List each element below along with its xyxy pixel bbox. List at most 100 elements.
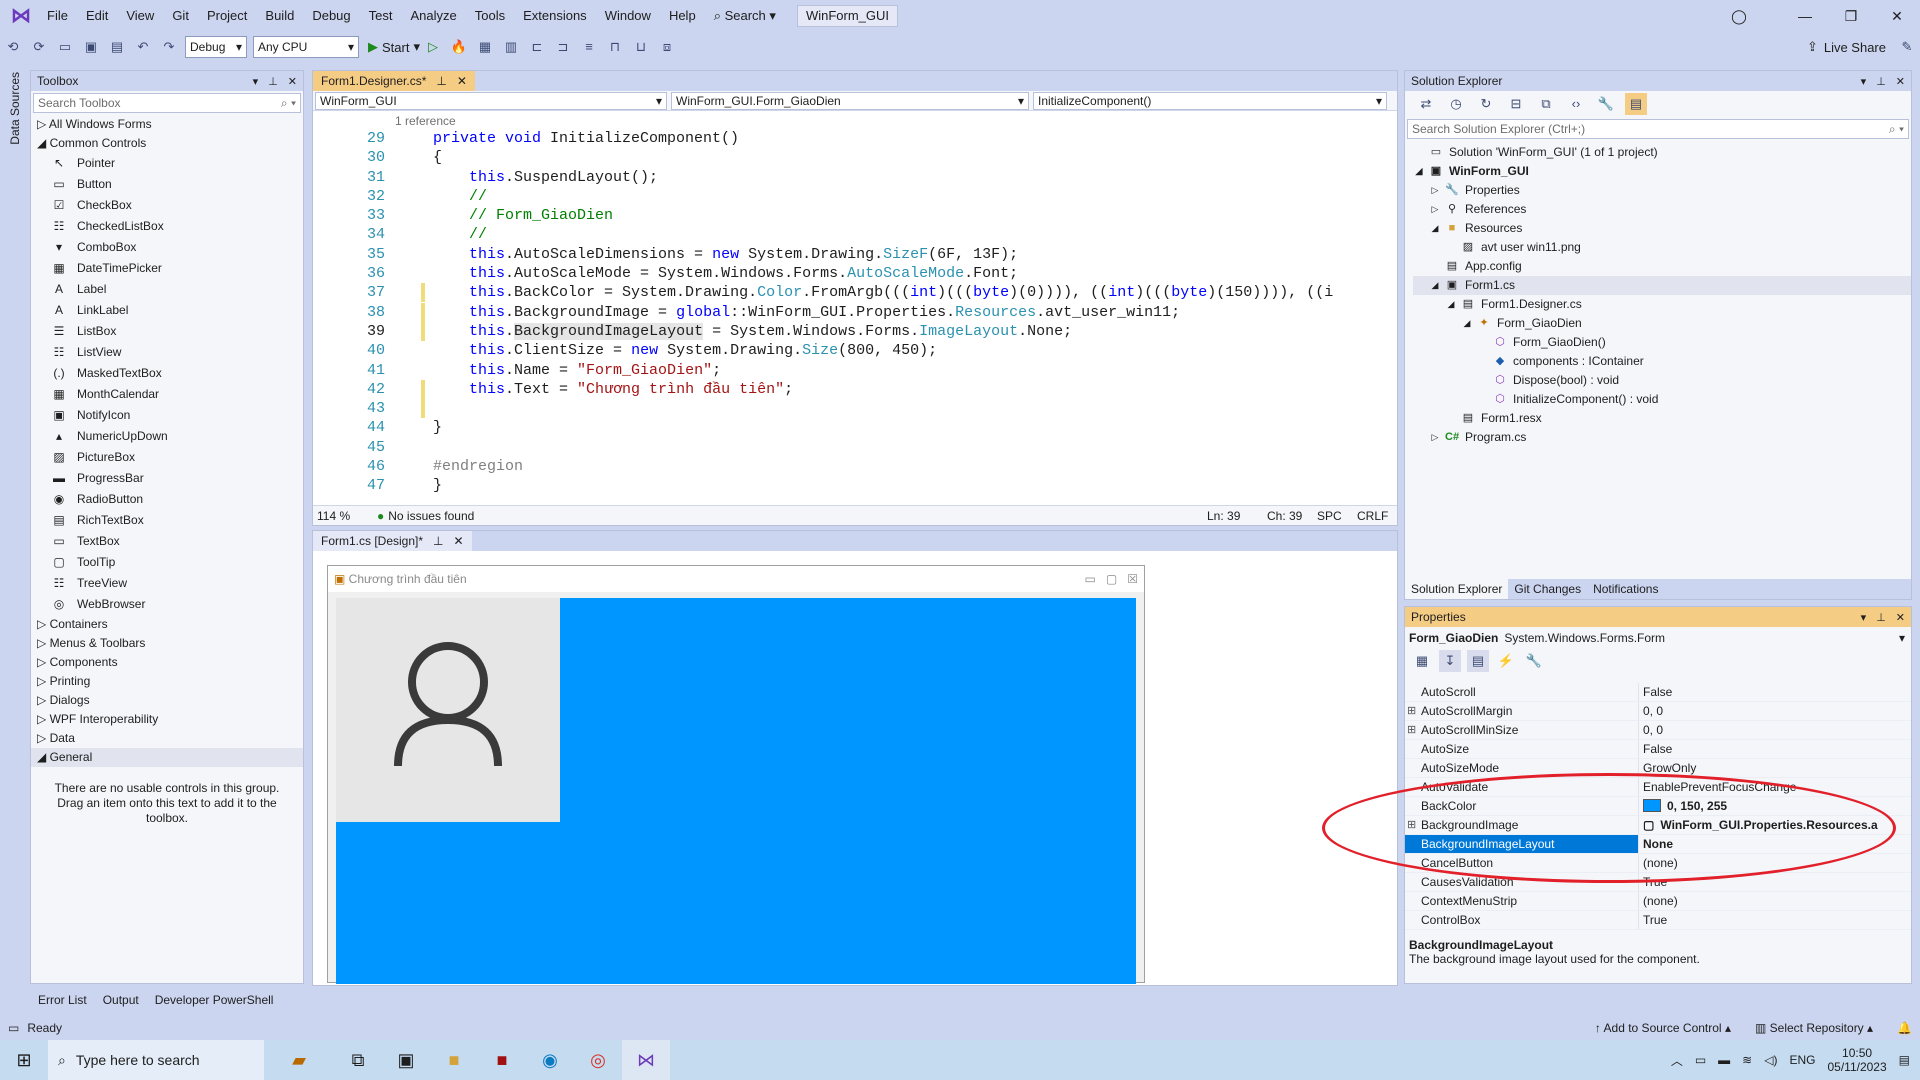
select-repository-button[interactable]: ▥ Select Repository ▴	[1755, 1021, 1873, 1035]
clock[interactable]: 10:50 05/11/2023	[1827, 1046, 1886, 1074]
align-center-icon[interactable]: ⊐	[552, 36, 574, 58]
align-right-icon[interactable]: ≡	[578, 36, 600, 58]
toolbox-item-label[interactable]: A Label	[31, 279, 303, 300]
property-pages-icon[interactable]: 🔧	[1523, 650, 1545, 672]
code-line[interactable]: 36 this.AutoScaleMode = System.Windows.F…	[313, 264, 1381, 283]
browse-icon[interactable]: ▦	[474, 36, 496, 58]
feedback-icon[interactable]: ✎	[1896, 36, 1918, 58]
align-top-icon[interactable]: ⊓	[604, 36, 626, 58]
restore-button[interactable]: ❐	[1828, 0, 1874, 32]
dropdown-icon[interactable]: ▾	[1861, 75, 1867, 88]
save-all-icon[interactable]: ▤	[106, 36, 128, 58]
briefcase-icon[interactable]: ▰	[264, 1040, 334, 1080]
code-line[interactable]: 45	[313, 438, 1381, 457]
property-row-autoscrollmargin[interactable]: ⊞ AutoScrollMargin 0, 0	[1405, 702, 1911, 721]
tree-form1[interactable]: ◢ ▣ Form1.cs	[1413, 276, 1911, 295]
save-icon[interactable]: ▣	[80, 36, 102, 58]
menu-project[interactable]: Project	[198, 0, 256, 32]
toolbox-item-radiobutton[interactable]: ◉ RadioButton	[31, 489, 303, 510]
menu-analyze[interactable]: Analyze	[401, 0, 465, 32]
code-line[interactable]: 40 this.ClientSize = new System.Drawing.…	[313, 341, 1381, 360]
expand-icon[interactable]: ⊞	[1407, 721, 1416, 740]
tree-member-components[interactable]: ◆ components : IContainer	[1413, 352, 1911, 371]
events-icon[interactable]: ⚡	[1495, 650, 1517, 672]
back-icon[interactable]: ⟲	[2, 36, 24, 58]
toolbox-item-listbox[interactable]: ☰ ListBox	[31, 321, 303, 342]
property-row-autosize[interactable]: AutoSize False	[1405, 740, 1911, 759]
same-size-icon[interactable]: ⧈	[656, 36, 678, 58]
whitespace-mode[interactable]: SPC	[1317, 509, 1357, 523]
data-sources-strip[interactable]: Data Sources	[0, 66, 30, 1016]
properties-icon[interactable]: 🔧	[1595, 93, 1617, 115]
tab-form1-design[interactable]: Form1.cs [Design]* ⊥ ✕	[313, 531, 472, 551]
network-icon[interactable]: ▬	[1718, 1053, 1730, 1067]
category-common-controls[interactable]: ◢ Common Controls	[31, 134, 303, 153]
code-line[interactable]: 31 this.SuspendLayout();	[313, 168, 1381, 187]
object-selector[interactable]: Form_GiaoDien System.Windows.Forms.Form ▾	[1405, 627, 1911, 649]
tree-references[interactable]: ▷ ⚲ References	[1413, 200, 1911, 219]
reference-codelens[interactable]: 1 reference	[395, 114, 456, 128]
toolbox-item-checkedlistbox[interactable]: ☷ CheckedListBox	[31, 216, 303, 237]
code-line[interactable]: 29 private void InitializeComponent()	[313, 129, 1381, 148]
tree-properties[interactable]: ▷ 🔧 Properties	[1413, 181, 1911, 200]
category-components[interactable]: ▷ Components	[31, 653, 303, 672]
tree-resource-file[interactable]: ▨ avt user win11.png	[1413, 238, 1911, 257]
menu-window[interactable]: Window	[596, 0, 660, 32]
volume-icon[interactable]: ◁)	[1764, 1053, 1777, 1067]
toolbox-item-datetimepicker[interactable]: ▦ DateTimePicker	[31, 258, 303, 279]
toolbox-item-listview[interactable]: ☷ ListView	[31, 342, 303, 363]
minimize-button[interactable]: —	[1782, 0, 1828, 32]
tree-member-initialize[interactable]: ⬡ InitializeComponent() : void	[1413, 390, 1911, 409]
line-ending[interactable]: CRLF	[1357, 509, 1397, 523]
category-dialogs[interactable]: ▷ Dialogs	[31, 691, 303, 710]
start-without-debug-icon[interactable]: ▷	[422, 36, 444, 58]
tree-form-class[interactable]: ◢ ✦ Form_GiaoDien	[1413, 314, 1911, 333]
menu-debug[interactable]: Debug	[303, 0, 359, 32]
code-line[interactable]: 42 this.Text = "Chương trình đầu tiên";	[313, 379, 1381, 399]
toolbox-item-linklabel[interactable]: A LinkLabel	[31, 300, 303, 321]
dropdown-icon[interactable]: ▾	[1861, 611, 1867, 624]
search-menu[interactable]: ⌕ Search ▾	[705, 0, 785, 32]
pin-icon[interactable]: ⊥	[1876, 75, 1886, 88]
alphabetical-icon[interactable]: ↧	[1439, 650, 1461, 672]
menu-edit[interactable]: Edit	[77, 0, 117, 32]
category-menus-toolbars[interactable]: ▷ Menus & Toolbars	[31, 634, 303, 653]
property-row-autoscrollminsize[interactable]: ⊞ AutoScrollMinSize 0, 0	[1405, 721, 1911, 740]
history-icon[interactable]: ◷	[1445, 93, 1467, 115]
tab-output[interactable]: Output	[95, 990, 147, 1010]
code-line[interactable]: 41 this.Name = "Form_GiaoDien";	[313, 361, 1381, 380]
account-icon[interactable]: ◯	[1716, 0, 1762, 32]
tree-project[interactable]: ◢ ▣ WinForm_GUI	[1413, 162, 1911, 181]
layout-icon[interactable]: ▥	[500, 36, 522, 58]
hot-reload-icon[interactable]: 🔥	[448, 36, 470, 58]
pin-icon[interactable]: ⊥	[268, 75, 278, 88]
tab-notifications[interactable]: Notifications	[1587, 579, 1664, 599]
code-area[interactable]: 1 reference 29 private void InitializeCom…	[313, 113, 1381, 499]
category-general[interactable]: ◢ General	[31, 748, 303, 767]
tree-solution[interactable]: ▭ Solution 'WinForm_GUI' (1 of 1 project)	[1413, 143, 1911, 162]
issues-status[interactable]: No issues found	[388, 509, 548, 523]
close-button[interactable]: ✕	[1874, 0, 1920, 32]
menu-view[interactable]: View	[117, 0, 163, 32]
tree-program[interactable]: ▷ C# Program.cs	[1413, 428, 1911, 447]
zoom-level[interactable]: 114 %	[313, 509, 373, 523]
properties-view-icon[interactable]: ▤	[1467, 650, 1489, 672]
code-line[interactable]: 37 this.BackColor = System.Drawing.Color…	[313, 283, 1381, 303]
start-button[interactable]: ▶ Start ▾	[368, 39, 420, 55]
menu-tools[interactable]: Tools	[466, 0, 514, 32]
show-all-files-icon[interactable]: ⧉	[1535, 93, 1557, 115]
member-nav[interactable]: InitializeComponent() ▾	[1033, 92, 1387, 110]
toolbox-item-notifyicon[interactable]: ▣ NotifyIcon	[31, 405, 303, 426]
menu-help[interactable]: Help	[660, 0, 705, 32]
toolbox-item-monthcalendar[interactable]: ▦ MonthCalendar	[31, 384, 303, 405]
redo-icon[interactable]: ↷	[158, 36, 180, 58]
collapse-all-icon[interactable]: ⊟	[1505, 93, 1527, 115]
project-nav[interactable]: WinForm_GUI ▾	[315, 92, 667, 110]
category-data[interactable]: ▷ Data	[31, 729, 303, 748]
menu-extensions[interactable]: Extensions	[514, 0, 596, 32]
wifi-icon[interactable]: ≋	[1742, 1053, 1752, 1067]
tree-resources[interactable]: ◢ ■ Resources	[1413, 219, 1911, 238]
chrome-icon[interactable]: ◎	[574, 1040, 622, 1080]
code-line[interactable]: 44}	[313, 418, 1381, 437]
toolbox-item-progressbar[interactable]: ▬ ProgressBar	[31, 468, 303, 489]
